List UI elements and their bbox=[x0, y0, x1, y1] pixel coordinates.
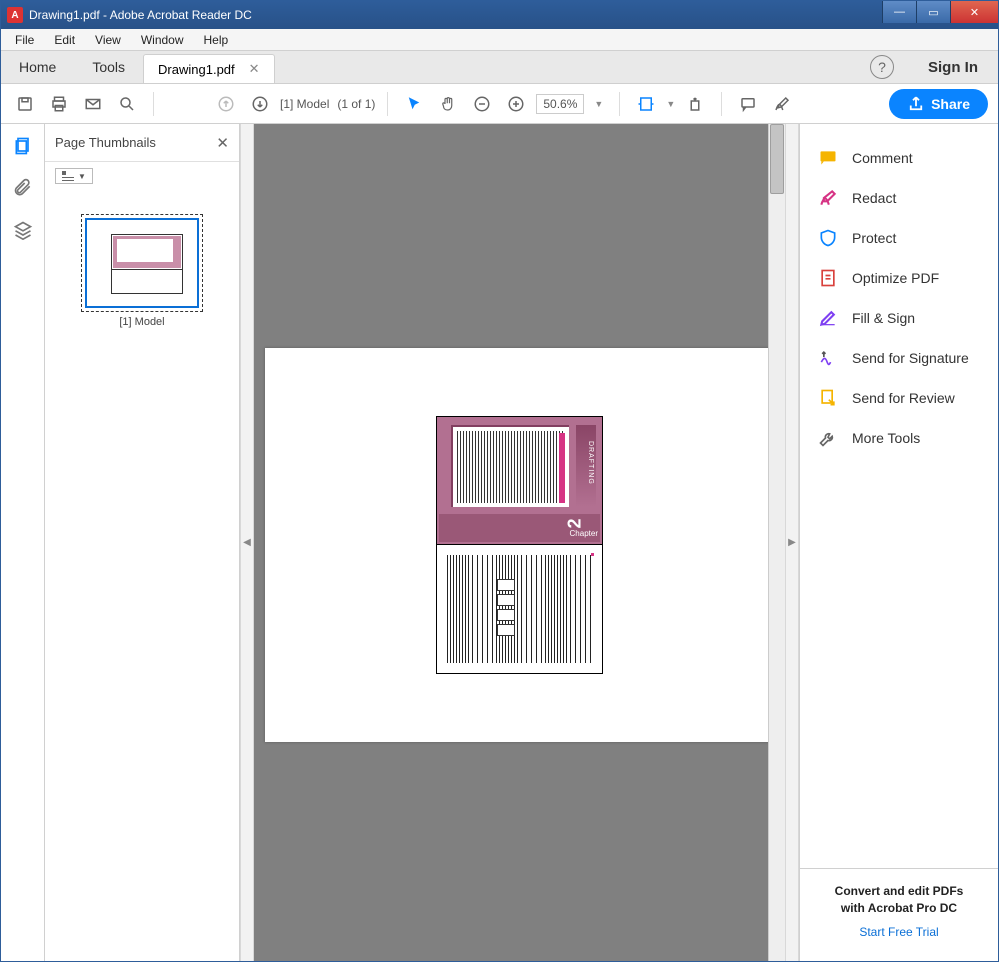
tab-document[interactable]: Drawing1.pdf ✕ bbox=[143, 54, 275, 83]
rail-layers-icon[interactable] bbox=[11, 218, 35, 242]
sign-in-button[interactable]: Sign In bbox=[908, 51, 998, 83]
app-window: A Drawing1.pdf - Adobe Acrobat Reader DC… bbox=[0, 0, 999, 962]
chapter-number: 2 bbox=[564, 518, 585, 528]
tool-label: Redact bbox=[852, 190, 896, 206]
rail-attachments-icon[interactable] bbox=[11, 176, 35, 200]
zoom-out-icon[interactable] bbox=[468, 90, 496, 118]
promo-heading-1: Convert and edit PDFs bbox=[810, 883, 988, 900]
thumbnails-header: Page Thumbnails ✕ bbox=[45, 124, 239, 162]
tool-label: Send for Signature bbox=[852, 350, 969, 366]
tool-optimize[interactable]: Optimize PDF bbox=[800, 258, 998, 298]
promo-cta-link[interactable]: Start Free Trial bbox=[810, 925, 988, 939]
comment-tool-icon[interactable] bbox=[734, 90, 762, 118]
vertical-scrollbar[interactable] bbox=[768, 124, 785, 961]
left-rail bbox=[1, 124, 45, 961]
maximize-button[interactable]: ▭ bbox=[916, 1, 950, 23]
page-count: (1 of 1) bbox=[337, 97, 375, 111]
tab-close-icon[interactable]: ✕ bbox=[249, 61, 260, 77]
tab-row: Home Tools Drawing1.pdf ✕ ? Sign In bbox=[1, 51, 998, 84]
redact-icon bbox=[818, 188, 838, 208]
page-label: [1] Model bbox=[280, 97, 329, 111]
chapter-label: Chapter bbox=[570, 529, 598, 538]
body: Page Thumbnails ✕ ▼ [1] Model ◀ bbox=[1, 124, 998, 961]
menu-window[interactable]: Window bbox=[131, 31, 194, 49]
close-button[interactable]: ✕ bbox=[950, 1, 998, 23]
tab-home[interactable]: Home bbox=[1, 51, 74, 83]
next-page-icon[interactable] bbox=[246, 90, 274, 118]
tools-panel: Comment Redact Protect Optimize PDF Fill… bbox=[799, 124, 998, 961]
menu-edit[interactable]: Edit bbox=[44, 31, 85, 49]
prev-page-icon[interactable] bbox=[212, 90, 240, 118]
tool-label: More Tools bbox=[852, 430, 920, 446]
menu-view[interactable]: View bbox=[85, 31, 131, 49]
review-icon bbox=[818, 388, 838, 408]
thumbnails-options-button[interactable]: ▼ bbox=[55, 168, 93, 184]
signature-icon bbox=[818, 348, 838, 368]
thumbnails-close-icon[interactable]: ✕ bbox=[216, 134, 229, 152]
tab-document-label: Drawing1.pdf bbox=[158, 62, 235, 77]
save-icon[interactable] bbox=[11, 90, 39, 118]
tool-label: Optimize PDF bbox=[852, 270, 939, 286]
menubar: File Edit View Window Help bbox=[1, 29, 998, 51]
tool-label: Comment bbox=[852, 150, 913, 166]
zoom-level[interactable]: 50.6% bbox=[536, 94, 584, 114]
tool-more[interactable]: More Tools bbox=[800, 418, 998, 458]
tool-label: Fill & Sign bbox=[852, 310, 915, 326]
tool-send-review[interactable]: Send for Review bbox=[800, 378, 998, 418]
pen-icon bbox=[818, 308, 838, 328]
menu-file[interactable]: File bbox=[5, 31, 44, 49]
page-content: DRAFTING 2 Chapter bbox=[436, 416, 603, 674]
menu-help[interactable]: Help bbox=[194, 31, 239, 49]
selection-tool-icon[interactable] bbox=[400, 90, 428, 118]
thumbnails-options: ▼ bbox=[45, 162, 239, 192]
zoom-in-icon[interactable] bbox=[502, 90, 530, 118]
tool-comment[interactable]: Comment bbox=[800, 138, 998, 178]
tab-tools[interactable]: Tools bbox=[74, 51, 143, 83]
tool-fill-sign[interactable]: Fill & Sign bbox=[800, 298, 998, 338]
tool-send-signature[interactable]: Send for Signature bbox=[800, 338, 998, 378]
fit-width-icon[interactable] bbox=[632, 90, 660, 118]
fit-dropdown-icon[interactable]: ▼ bbox=[666, 99, 675, 109]
thumbnails-pane: Page Thumbnails ✕ ▼ [1] Model bbox=[45, 124, 240, 961]
thumbnail-preview bbox=[85, 218, 199, 308]
sign-tool-icon[interactable] bbox=[768, 90, 796, 118]
rotate-icon[interactable] bbox=[681, 90, 709, 118]
tool-label: Send for Review bbox=[852, 390, 955, 406]
promo-box: Convert and edit PDFs with Acrobat Pro D… bbox=[800, 868, 998, 961]
scrollbar-thumb[interactable] bbox=[770, 124, 784, 194]
wrench-icon bbox=[818, 428, 838, 448]
tool-protect[interactable]: Protect bbox=[800, 218, 998, 258]
share-label: Share bbox=[931, 96, 970, 112]
page-heading: DRAFTING bbox=[587, 441, 594, 485]
print-icon[interactable] bbox=[45, 90, 73, 118]
window-controls: — ▭ ✕ bbox=[882, 1, 998, 29]
page-info: [1] Model (1 of 1) bbox=[280, 97, 375, 111]
tool-redact[interactable]: Redact bbox=[800, 178, 998, 218]
shield-icon bbox=[818, 228, 838, 248]
search-icon[interactable] bbox=[113, 90, 141, 118]
thumbnails-title: Page Thumbnails bbox=[55, 135, 156, 150]
titlebar: A Drawing1.pdf - Adobe Acrobat Reader DC… bbox=[1, 1, 998, 29]
toolbar: [1] Model (1 of 1) 50.6% ▼ ▼ Share bbox=[1, 84, 998, 124]
hand-tool-icon[interactable] bbox=[434, 90, 462, 118]
email-icon[interactable] bbox=[79, 90, 107, 118]
thumbnail-item[interactable]: [1] Model bbox=[81, 214, 203, 328]
document-page: DRAFTING 2 Chapter bbox=[265, 348, 775, 742]
collapse-right-handle[interactable]: ▶ bbox=[785, 124, 799, 961]
chevron-down-icon: ▼ bbox=[78, 172, 86, 181]
zoom-dropdown-icon[interactable]: ▼ bbox=[590, 99, 607, 109]
window-title: Drawing1.pdf - Adobe Acrobat Reader DC bbox=[29, 8, 882, 22]
tool-label: Protect bbox=[852, 230, 896, 246]
help-button[interactable]: ? bbox=[870, 55, 894, 79]
optimize-icon bbox=[818, 268, 838, 288]
share-button[interactable]: Share bbox=[889, 89, 988, 119]
collapse-left-handle[interactable]: ◀ bbox=[240, 124, 254, 961]
thumbnail-label: [1] Model bbox=[81, 316, 203, 328]
app-icon: A bbox=[7, 7, 23, 23]
minimize-button[interactable]: — bbox=[882, 1, 916, 23]
document-viewport[interactable]: DRAFTING 2 Chapter bbox=[254, 124, 785, 961]
promo-heading-2: with Acrobat Pro DC bbox=[810, 900, 988, 917]
comment-icon bbox=[818, 148, 838, 168]
rail-thumbnails-icon[interactable] bbox=[11, 134, 35, 158]
